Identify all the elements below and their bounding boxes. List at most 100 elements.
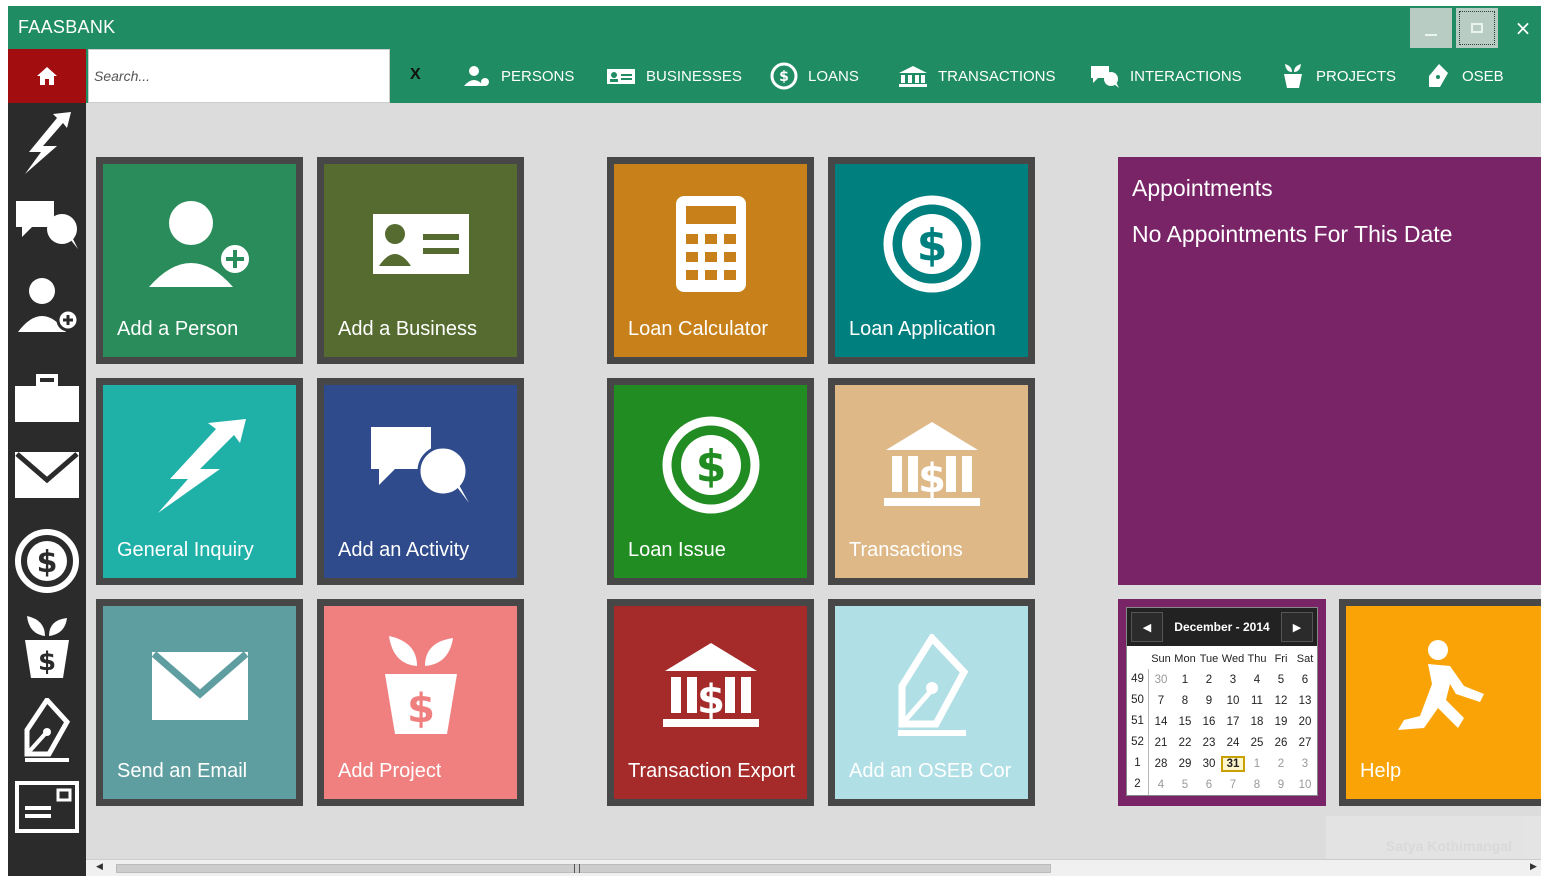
calendar-day[interactable]: 12 xyxy=(1269,695,1293,707)
minimize-button[interactable] xyxy=(1410,8,1452,48)
tile-loan-application[interactable]: $ Loan Application xyxy=(828,157,1035,364)
calendar-day[interactable]: 1 xyxy=(1173,674,1197,686)
calendar-day[interactable]: 4 xyxy=(1245,674,1269,686)
calendar-day[interactable]: 9 xyxy=(1269,779,1293,791)
calendar-day[interactable]: 24 xyxy=(1221,737,1245,749)
calendar-day[interactable]: 1 xyxy=(1245,758,1269,770)
sidebar-item-inquiry[interactable] xyxy=(8,103,86,183)
tile-add-oseb[interactable]: Add an OSEB Cor xyxy=(828,599,1035,806)
nav-interactions[interactable]: INTERACTIONS xyxy=(1090,49,1242,103)
sidebar-item-oseb[interactable] xyxy=(8,691,86,771)
calendar-day[interactable]: 25 xyxy=(1245,737,1269,749)
nav-label: LOANS xyxy=(808,67,859,85)
calendar-day[interactable]: 16 xyxy=(1197,716,1221,728)
calendar-day[interactable]: 18 xyxy=(1245,716,1269,728)
tile-loan-calculator[interactable]: Loan Calculator xyxy=(607,157,814,364)
calendar: ◀ December - 2014 ▶ Sun Mon Tue Wed Thu Fri Sa… xyxy=(1126,607,1318,796)
tile-send-email[interactable]: Send an Email xyxy=(96,599,303,806)
calendar-day[interactable]: 27 xyxy=(1293,737,1317,749)
plant-pot-icon: $ xyxy=(25,616,69,678)
calendar-day[interactable]: 8 xyxy=(1173,695,1197,707)
tile-general-inquiry[interactable]: General Inquiry xyxy=(96,378,303,585)
scrollbar-thumb[interactable] xyxy=(116,864,1051,873)
tile-help[interactable]: Help xyxy=(1339,599,1541,806)
sidebar-item-email[interactable] xyxy=(8,435,86,515)
tile-label: Add Project xyxy=(338,760,442,782)
calendar-day[interactable]: 7 xyxy=(1149,695,1173,707)
calendar-day[interactable]: 6 xyxy=(1293,674,1317,686)
calendar-day[interactable]: 8 xyxy=(1245,779,1269,791)
tile-add-business[interactable]: Add a Business xyxy=(317,157,524,364)
calendar-day[interactable]: 13 xyxy=(1293,695,1317,707)
close-button[interactable]: × xyxy=(1502,8,1541,48)
calendar-day[interactable]: 5 xyxy=(1269,674,1293,686)
calendar-day[interactable]: 11 xyxy=(1245,695,1269,707)
home-button[interactable] xyxy=(8,49,86,103)
calendar-day[interactable]: 21 xyxy=(1149,737,1173,749)
appointments-panel: Appointments No Appointments For This Da… xyxy=(1118,157,1541,585)
scroll-right-icon[interactable]: ▶ xyxy=(1530,862,1537,872)
calendar-day[interactable]: 9 xyxy=(1197,695,1221,707)
calendar-day[interactable]: 17 xyxy=(1221,716,1245,728)
calendar-day[interactable]: 29 xyxy=(1173,758,1197,770)
svg-text:$: $ xyxy=(779,69,789,85)
calendar-day[interactable]: 6 xyxy=(1197,779,1221,791)
calendar-month-label[interactable]: December - 2014 xyxy=(1166,620,1278,634)
sidebar-item-card[interactable] xyxy=(8,767,86,847)
calendar-day[interactable]: 30 xyxy=(1149,674,1173,686)
calendar-next-button[interactable]: ▶ xyxy=(1281,612,1313,642)
calendar-day[interactable]: 15 xyxy=(1173,716,1197,728)
calendar-day[interactable]: 14 xyxy=(1149,716,1173,728)
nav-businesses[interactable]: BUSINESSES xyxy=(606,49,742,103)
calendar-day[interactable]: 3 xyxy=(1293,758,1317,770)
close-icon: × xyxy=(1514,16,1532,40)
calendar-day[interactable]: 28 xyxy=(1149,758,1173,770)
bank-icon: $ xyxy=(662,643,759,727)
pen-nib-icon xyxy=(897,634,968,736)
svg-text:$: $ xyxy=(37,545,58,580)
calendar-day[interactable]: 26 xyxy=(1269,737,1293,749)
tile-transaction-export[interactable]: $ Transaction Export xyxy=(607,599,814,806)
horizontal-scrollbar[interactable]: ◀ ▶ xyxy=(86,859,1541,876)
calendar-day[interactable]: 23 xyxy=(1197,737,1221,749)
calendar-day[interactable]: 5 xyxy=(1173,779,1197,791)
nav-loans[interactable]: $ LOANS xyxy=(770,49,859,103)
tile-add-project[interactable]: $ Add Project xyxy=(317,599,524,806)
maximize-button[interactable] xyxy=(1456,8,1498,48)
calendar-day[interactable]: 22 xyxy=(1173,737,1197,749)
sidebar-item-loans[interactable]: $ xyxy=(8,521,86,601)
calendar-week-number: 50 xyxy=(1127,690,1149,711)
calendar-prev-button[interactable]: ◀ xyxy=(1131,612,1163,642)
tile-add-activity[interactable]: Add an Activity xyxy=(317,378,524,585)
tile-loan-issue[interactable]: $ Loan Issue xyxy=(607,378,814,585)
calendar-day[interactable]: 19 xyxy=(1269,716,1293,728)
calendar-day[interactable]: 20 xyxy=(1293,716,1317,728)
search-input[interactable]: Search... xyxy=(88,49,390,103)
tile-label: Add an OSEB Cor xyxy=(849,760,1012,782)
calendar-day[interactable]: 2 xyxy=(1269,758,1293,770)
dollar-coin-icon: $ xyxy=(662,416,759,514)
sidebar-item-business[interactable] xyxy=(8,359,86,439)
calendar-day[interactable]: 31 xyxy=(1221,755,1245,772)
nav-oseb[interactable]: OSEB xyxy=(1426,49,1504,103)
scroll-left-icon[interactable]: ◀ xyxy=(96,862,103,872)
sidebar-item-projects[interactable]: $ xyxy=(8,607,86,687)
calendar-day[interactable]: 10 xyxy=(1221,695,1245,707)
tile-label: Loan Application xyxy=(849,318,996,340)
nav-persons[interactable]: PERSONS xyxy=(463,49,574,103)
calendar-week-number: 52 xyxy=(1127,732,1149,753)
calendar-day[interactable]: 7 xyxy=(1221,779,1245,791)
nav-projects[interactable]: PROJECTS xyxy=(1280,49,1396,103)
tile-transactions[interactable]: $ Transactions xyxy=(828,378,1035,585)
sidebar-item-activity[interactable] xyxy=(8,185,86,265)
calendar-day[interactable]: 4 xyxy=(1149,779,1173,791)
sidebar-item-add-person[interactable] xyxy=(8,265,86,345)
calendar-day[interactable]: 2 xyxy=(1197,674,1221,686)
calendar-day[interactable]: 3 xyxy=(1221,674,1245,686)
svg-text:$: $ xyxy=(695,441,726,492)
nav-transactions[interactable]: TRANSACTIONS xyxy=(898,49,1056,103)
tile-add-person[interactable]: Add a Person xyxy=(96,157,303,364)
calendar-day[interactable]: 10 xyxy=(1293,779,1317,791)
search-clear-button[interactable]: X xyxy=(410,66,421,84)
calendar-day[interactable]: 30 xyxy=(1197,758,1221,770)
